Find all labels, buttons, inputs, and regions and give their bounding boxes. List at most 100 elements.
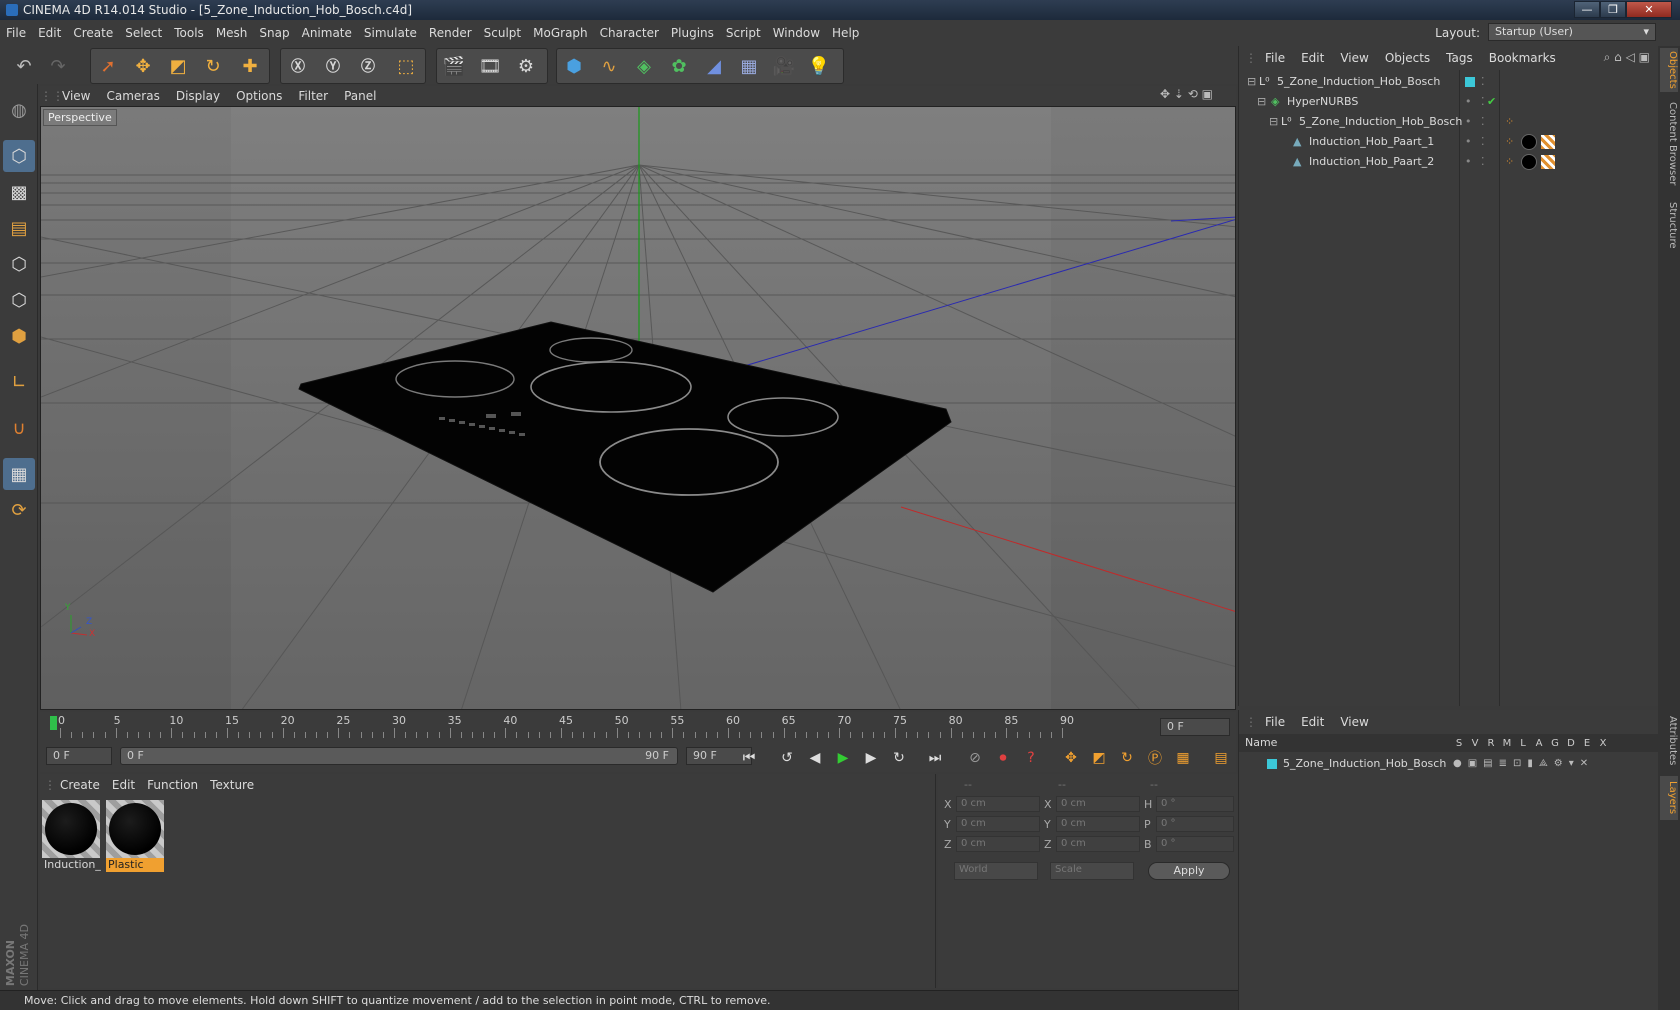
viewport-menu-options[interactable]: Options bbox=[228, 86, 290, 106]
cube-icon[interactable]: ⬢ bbox=[558, 50, 590, 82]
tree-toggle-icon[interactable]: ⊟ bbox=[1257, 92, 1266, 112]
y-axis-lock-icon[interactable]: Ⓨ bbox=[317, 50, 349, 82]
render-view-icon[interactable]: 🎬 bbox=[438, 50, 470, 82]
material-swatch-plastic[interactable]: Plastic bbox=[106, 800, 164, 874]
rotation-h-field[interactable]: 0 ° bbox=[1156, 796, 1234, 812]
texture-tag-icon[interactable] bbox=[1541, 135, 1555, 149]
object-row[interactable]: ⊟ L⁰ 5_Zone_Induction_Hob_Bosch • ⁚ ⁘ bbox=[1239, 112, 1659, 132]
texture-tag-icon[interactable] bbox=[1541, 155, 1555, 169]
object-menu-edit[interactable]: Edit bbox=[1293, 46, 1332, 70]
start-frame-field[interactable]: 0 F bbox=[46, 747, 112, 765]
layer-column-header[interactable]: R bbox=[1483, 735, 1499, 753]
layer-row[interactable]: 5_Zone_Induction_Hob_Bosch ●▣▤≣⊡▮⟁⚙▾✕ bbox=[1239, 754, 1659, 774]
texture-mode-icon[interactable]: ▩ bbox=[3, 176, 35, 208]
material-menu-function[interactable]: Function bbox=[141, 774, 204, 796]
layer-menu-file[interactable]: File bbox=[1257, 710, 1293, 734]
planar-workplane-icon[interactable]: ⟳ bbox=[3, 494, 35, 526]
object-menu-objects[interactable]: Objects bbox=[1377, 46, 1438, 70]
layer-column-header[interactable]: L bbox=[1515, 735, 1531, 753]
menu-simulate[interactable]: Simulate bbox=[358, 20, 423, 46]
editor-dot-icon[interactable]: • bbox=[1465, 92, 1472, 112]
menu-window[interactable]: Window bbox=[767, 20, 826, 46]
rotation-b-field[interactable]: 0 ° bbox=[1156, 836, 1234, 852]
menu-plugins[interactable]: Plugins bbox=[665, 20, 720, 46]
coordinate-mode-select[interactable]: World bbox=[954, 862, 1038, 880]
menu-file[interactable]: File bbox=[0, 20, 32, 46]
rotate-icon[interactable]: ↻ bbox=[197, 50, 229, 82]
workplane-icon[interactable]: ▤ bbox=[3, 212, 35, 244]
undo-icon[interactable]: ↶ bbox=[8, 50, 40, 82]
material-swatch-induction[interactable]: Induction_ bbox=[42, 800, 101, 874]
object-menu-tags[interactable]: Tags bbox=[1438, 46, 1481, 70]
deformer-icon[interactable]: ◢ bbox=[698, 50, 730, 82]
play-icon[interactable]: ▶ bbox=[830, 746, 856, 770]
maximize-button[interactable]: ❐ bbox=[1600, 1, 1626, 18]
live-select-icon[interactable]: ➚ bbox=[92, 50, 124, 82]
viewport-menu-cameras[interactable]: Cameras bbox=[98, 86, 167, 106]
material-menu-texture[interactable]: Texture bbox=[204, 774, 260, 796]
move-icon[interactable]: ✥ bbox=[127, 50, 159, 82]
frame-range-slider[interactable]: 0 F 90 F bbox=[120, 747, 678, 765]
tab-layers[interactable]: Layers bbox=[1660, 776, 1678, 820]
rotation-p-field[interactable]: 0 ° bbox=[1156, 816, 1234, 832]
help-icon[interactable]: ? bbox=[1018, 746, 1044, 770]
playhead-marker[interactable] bbox=[50, 716, 57, 730]
material-menu-create[interactable]: Create bbox=[54, 774, 106, 796]
layer-menu-view[interactable]: View bbox=[1332, 710, 1376, 734]
axis-mode-icon[interactable]: ∟ bbox=[3, 366, 35, 398]
object-menu-view[interactable]: View bbox=[1332, 46, 1376, 70]
tab-structure[interactable]: Structure bbox=[1660, 196, 1678, 254]
camera-icon[interactable]: 🎥 bbox=[768, 50, 800, 82]
tree-toggle-icon[interactable]: ⊟ bbox=[1247, 72, 1256, 92]
object-row[interactable]: ⊟ ◈ HyperNURBS • ⁚ ✔ bbox=[1239, 92, 1659, 112]
position-y-field[interactable]: 0 cm bbox=[956, 816, 1040, 832]
layer-column-header[interactable]: X bbox=[1595, 735, 1611, 753]
material-menu-edit[interactable]: Edit bbox=[106, 774, 141, 796]
object-menu-file[interactable]: File bbox=[1257, 46, 1293, 70]
visibility-dots-icon[interactable]: ⁚ bbox=[1481, 132, 1485, 152]
editor-dot-icon[interactable]: • bbox=[1465, 152, 1472, 172]
layer-flags-icons[interactable]: ●▣▤≣⊡▮⟁⚙▾✕ bbox=[1453, 754, 1594, 774]
layout-select[interactable]: Startup (User) ▾ bbox=[1488, 23, 1656, 41]
layer-column-header[interactable]: M bbox=[1499, 735, 1515, 753]
x-axis-lock-icon[interactable]: Ⓧ bbox=[282, 50, 314, 82]
previous-key-icon[interactable]: ↺ bbox=[774, 746, 800, 770]
position-z-field[interactable]: 0 cm bbox=[956, 836, 1040, 852]
menu-create[interactable]: Create bbox=[67, 20, 119, 46]
go-to-end-icon[interactable]: ⏭ bbox=[922, 746, 948, 770]
snap-magnet-icon[interactable]: ∪ bbox=[3, 412, 35, 444]
model-mode-icon[interactable]: ⬡ bbox=[3, 140, 35, 172]
timeline-ruler[interactable]: 0 5 10 15 20 25 30 35 40 45 50 55 60 65 70 75 80 85 90 0 F bbox=[40, 712, 1236, 742]
search-icon[interactable]: ⌕ ⌂ ◁ ▣ bbox=[1604, 50, 1650, 65]
z-axis-lock-icon[interactable]: Ⓩ bbox=[352, 50, 384, 82]
visibility-dots-icon[interactable]: ⁚ bbox=[1481, 112, 1485, 132]
visibility-dots-icon[interactable]: ⁚ bbox=[1481, 92, 1485, 112]
position-x-field[interactable]: 0 cm bbox=[956, 796, 1040, 812]
menu-render[interactable]: Render bbox=[423, 20, 478, 46]
next-frame-icon[interactable]: ▶ bbox=[858, 746, 884, 770]
close-window-button[interactable]: ✕ bbox=[1626, 1, 1672, 18]
viewport-menu-view[interactable]: View bbox=[54, 86, 98, 106]
record-keys-icon[interactable]: ⊘ bbox=[962, 746, 988, 770]
viewport-menu-panel[interactable]: Panel bbox=[336, 86, 384, 106]
coordinate-type-select[interactable]: Scale bbox=[1050, 862, 1134, 880]
recent-tool-icon[interactable]: ✚ bbox=[234, 50, 266, 82]
previous-frame-icon[interactable]: ◀ bbox=[802, 746, 828, 770]
object-row[interactable]: ⊟ L⁰ 5_Zone_Induction_Hob_Bosch ⁚ bbox=[1239, 72, 1659, 92]
tab-content-browser[interactable]: Content Browser bbox=[1660, 98, 1678, 190]
perspective-viewport[interactable]: Perspective Y X Z bbox=[40, 106, 1236, 710]
menu-help[interactable]: Help bbox=[826, 20, 865, 46]
render-settings-icon[interactable]: ⚙ bbox=[510, 50, 542, 82]
layer-column-header[interactable]: D bbox=[1563, 735, 1579, 753]
visibility-dots-icon[interactable]: ⁚ bbox=[1481, 72, 1485, 92]
mograph-cloner-icon[interactable]: ✿ bbox=[663, 50, 695, 82]
menu-edit[interactable]: Edit bbox=[32, 20, 67, 46]
enabled-check-icon[interactable]: ✔ bbox=[1487, 92, 1496, 112]
visibility-dots-icon[interactable]: ⁚ bbox=[1481, 152, 1485, 172]
viewport-menu-filter[interactable]: Filter bbox=[290, 86, 336, 106]
timeline-window-icon[interactable]: ▤ bbox=[1208, 746, 1234, 770]
viewport-menu-display[interactable]: Display bbox=[168, 86, 228, 106]
tab-objects[interactable]: Objects bbox=[1660, 48, 1678, 92]
light-icon[interactable]: 💡 bbox=[803, 50, 835, 82]
key-rotate-icon[interactable]: ↻ bbox=[1114, 746, 1140, 770]
